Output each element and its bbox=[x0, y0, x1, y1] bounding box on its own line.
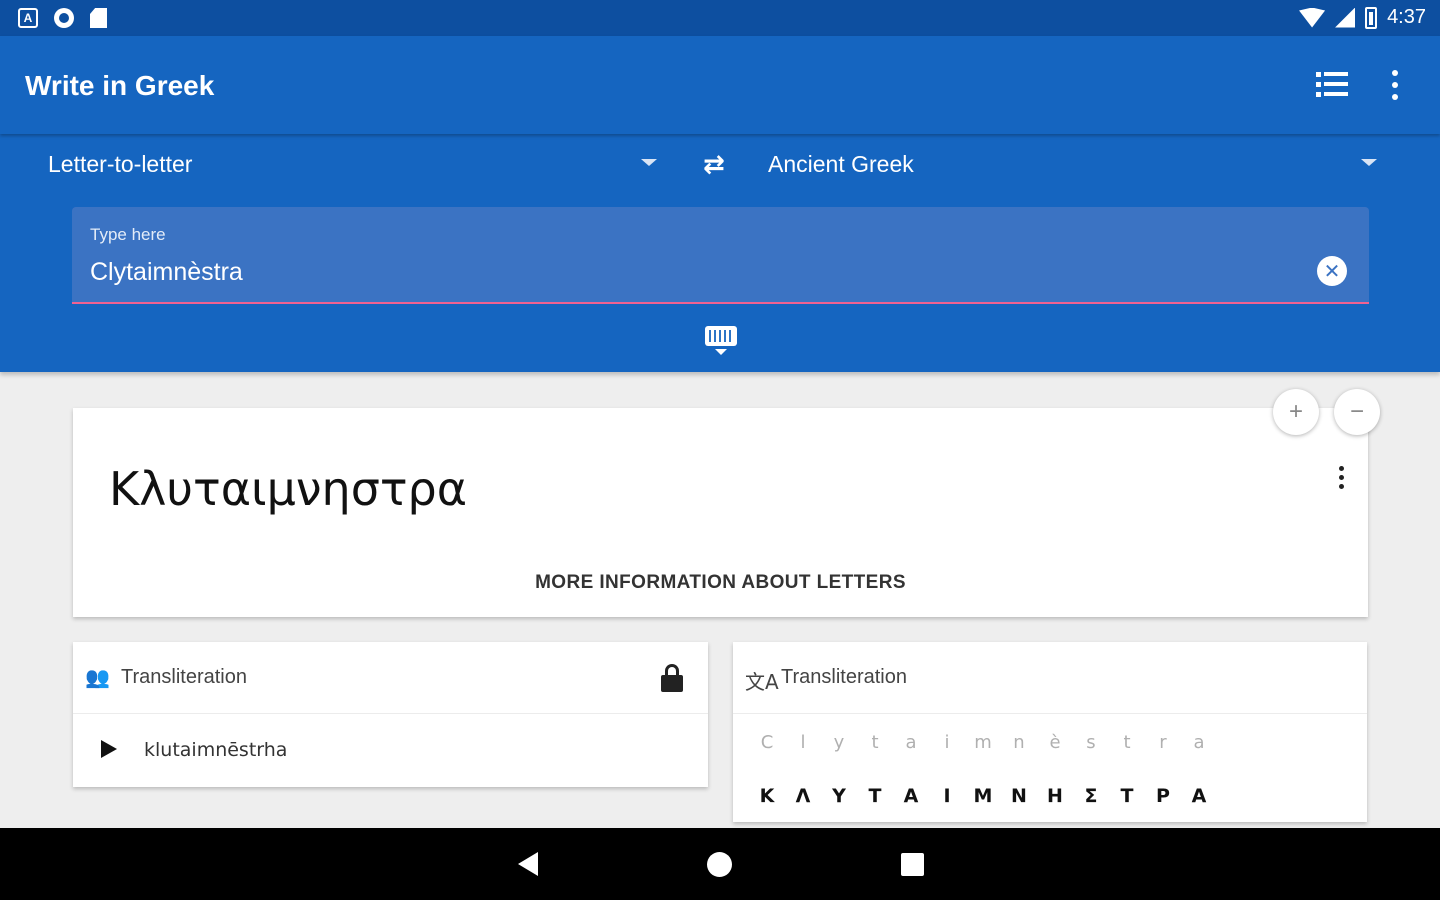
card-title: Transliteration bbox=[121, 666, 247, 688]
language-dropdown-arrow-icon[interactable] bbox=[1361, 159, 1377, 166]
swap-horiz-icon[interactable]: ⇄ bbox=[703, 150, 739, 178]
zoom-out-button[interactable]: − bbox=[1334, 389, 1380, 435]
greek-letter[interactable]: Α bbox=[893, 785, 929, 807]
app-bar: Write in Greek bbox=[0, 36, 1440, 134]
mode-dropdown[interactable]: Letter-to-letter bbox=[48, 151, 192, 178]
clear-icon[interactable]: ✕ bbox=[1317, 256, 1347, 286]
greek-output-card: Κλυταιμνηστρα MORE INFORMATION ABOUT LET… bbox=[73, 408, 1368, 617]
greek-output-text: Κλυταιμνηστρα bbox=[109, 462, 468, 516]
greek-letter[interactable]: Η bbox=[1037, 785, 1073, 807]
text-input-field[interactable]: Type here Clytaimnèstra ✕ bbox=[72, 207, 1369, 304]
greek-letter[interactable]: Α bbox=[1181, 785, 1217, 807]
navigation-bar bbox=[0, 828, 1440, 900]
letter-map-card: 文A Transliteration C l y t a i m n è s t… bbox=[733, 642, 1367, 822]
card-title: Transliteration bbox=[781, 666, 907, 688]
status-time: 4:37 bbox=[1387, 6, 1426, 28]
latin-letters-row: C l y t a i m n è s t r a bbox=[749, 732, 1217, 753]
circle-icon bbox=[54, 8, 74, 28]
greek-letter[interactable]: Λ bbox=[785, 785, 821, 807]
greek-letter[interactable]: Υ bbox=[821, 785, 857, 807]
greek-letter[interactable]: Τ bbox=[1109, 785, 1145, 807]
latin-letter: è bbox=[1049, 732, 1061, 753]
card-header: 文A Transliteration bbox=[733, 642, 1367, 714]
latin-letter: i bbox=[944, 732, 950, 753]
latin-letter: n bbox=[1013, 732, 1025, 753]
sd-card-icon bbox=[90, 8, 107, 28]
record-voice-icon: 👥 bbox=[85, 667, 110, 689]
input-panel: Letter-to-letter ⇄ Ancient Greek Type he… bbox=[0, 134, 1440, 372]
greek-letters-row: Κ Λ Υ Τ Α Ι Μ Ν Η Σ Τ Ρ Α bbox=[749, 785, 1217, 807]
card-header: 👥 Transliteration bbox=[73, 642, 708, 714]
back-icon[interactable] bbox=[518, 852, 538, 876]
input-label: Type here bbox=[90, 225, 166, 244]
battery-icon bbox=[1365, 6, 1378, 29]
greek-letter[interactable]: Τ bbox=[857, 785, 893, 807]
zoom-in-button[interactable]: + bbox=[1273, 389, 1319, 435]
greek-letter[interactable]: Μ bbox=[965, 785, 1001, 807]
latin-letter: r bbox=[1159, 732, 1167, 753]
mode-dropdown-arrow-icon[interactable] bbox=[641, 159, 657, 166]
latin-letter: m bbox=[974, 732, 992, 753]
greek-letter[interactable]: Ρ bbox=[1145, 785, 1181, 807]
app-a-icon: A bbox=[18, 8, 38, 28]
wifi-icon bbox=[1299, 7, 1326, 28]
latin-letter: s bbox=[1086, 732, 1096, 753]
latin-letter: a bbox=[1193, 732, 1205, 753]
latin-letter: y bbox=[833, 732, 845, 753]
app-title: Write in Greek bbox=[25, 70, 215, 101]
language-dropdown[interactable]: Ancient Greek bbox=[768, 151, 914, 178]
latin-letter: a bbox=[905, 732, 917, 753]
transliteration-card: 👥 Transliteration klutaimnēstrha bbox=[73, 642, 708, 787]
latin-letter: C bbox=[760, 732, 774, 753]
home-icon[interactable] bbox=[707, 852, 732, 877]
greek-letter[interactable]: Σ bbox=[1073, 785, 1109, 807]
latin-letter: t bbox=[1123, 732, 1131, 753]
status-bar: A 4:37 bbox=[0, 0, 1440, 36]
input-value[interactable]: Clytaimnèstra bbox=[90, 258, 243, 287]
play-icon[interactable] bbox=[101, 740, 117, 758]
lock-icon[interactable] bbox=[661, 664, 683, 692]
greek-letter[interactable]: Ν bbox=[1001, 785, 1037, 807]
greek-letter[interactable]: Ι bbox=[929, 785, 965, 807]
more-vert-icon[interactable] bbox=[1388, 70, 1402, 100]
greek-letter[interactable]: Κ bbox=[749, 785, 785, 807]
recent-apps-icon[interactable] bbox=[901, 853, 924, 876]
list-icon[interactable] bbox=[1316, 72, 1348, 98]
transliteration-value: klutaimnēstrha bbox=[144, 739, 288, 761]
keyboard-icon[interactable] bbox=[705, 326, 737, 356]
latin-letter: t bbox=[871, 732, 879, 753]
card-more-icon[interactable] bbox=[1334, 466, 1348, 492]
latin-letter: l bbox=[800, 732, 806, 753]
translate-icon: 文A bbox=[745, 670, 779, 694]
more-info-button[interactable]: MORE INFORMATION ABOUT LETTERS bbox=[73, 572, 1368, 594]
signal-icon bbox=[1335, 7, 1356, 28]
